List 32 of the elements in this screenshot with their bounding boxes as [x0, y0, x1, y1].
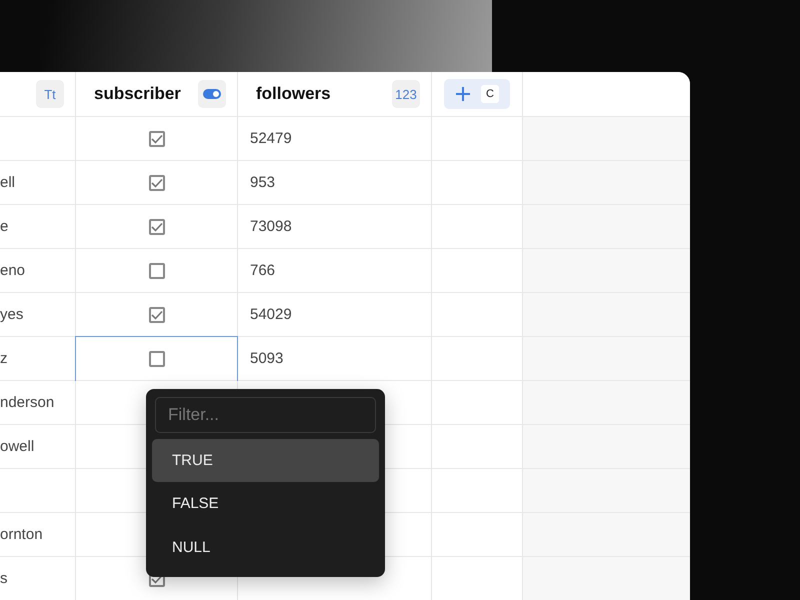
menu-item[interactable]: TRUE [152, 438, 379, 482]
menu-item[interactable]: NULL [152, 526, 379, 569]
column-type-badge[interactable] [198, 80, 226, 108]
table-cell: owell [0, 438, 34, 455]
checkbox[interactable] [148, 262, 164, 278]
table-cell: yes [0, 306, 24, 323]
checkbox[interactable] [148, 306, 164, 322]
table-cell: ornton [0, 526, 43, 543]
toggle-icon [203, 89, 221, 99]
table-cell: 5093 [250, 350, 284, 367]
table-cell: 766 [250, 262, 276, 279]
column-header[interactable]: followers [256, 84, 331, 104]
checkbox[interactable] [148, 174, 164, 190]
checkbox[interactable] [148, 130, 164, 146]
table-cell: nderson [0, 394, 54, 411]
menu-item[interactable]: FALSE [152, 482, 379, 526]
table-cell: 54029 [250, 306, 292, 323]
table-cell: ell [0, 174, 16, 191]
checkbox[interactable] [148, 218, 164, 234]
table-cell: s [0, 570, 8, 587]
table-cell: eno [0, 262, 26, 279]
column-header[interactable]: subscriber [94, 84, 181, 104]
table-cell: 52479 [250, 130, 292, 147]
shortcut-key: C [481, 85, 499, 103]
table-cell: z [0, 350, 8, 367]
add-column-button[interactable]: C [444, 79, 510, 109]
filter-field[interactable]: Filter... [155, 397, 376, 433]
plus-icon [455, 86, 471, 102]
table-cell: 73098 [250, 218, 292, 235]
table-cell: 953 [250, 174, 276, 191]
table-cell: e [0, 218, 8, 235]
checkbox[interactable] [148, 351, 164, 367]
